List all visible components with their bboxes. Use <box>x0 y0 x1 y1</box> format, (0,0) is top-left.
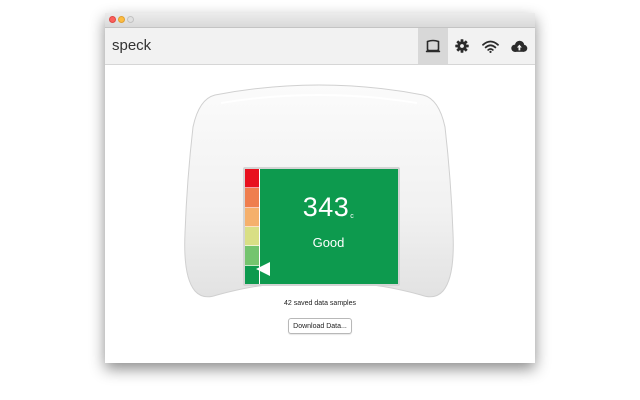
reading-value-line: 343c <box>259 191 398 233</box>
wifi-icon <box>481 40 499 53</box>
reading-label: Good <box>312 235 345 250</box>
minimize-window-button[interactable] <box>118 16 125 23</box>
wifi-button[interactable] <box>475 28 505 64</box>
main-content: 343c Good 42 saved data samples Download… <box>105 65 535 363</box>
reading-display: 343c Good <box>259 191 398 250</box>
scale-segment <box>245 207 259 227</box>
app-title: speck <box>112 37 152 54</box>
saved-samples-count: 42 saved data samples <box>284 300 356 307</box>
device-icon <box>425 39 441 53</box>
gear-icon <box>455 39 469 53</box>
toolbar: speck <box>105 28 535 65</box>
device-screen: 343c Good <box>243 167 400 286</box>
device-view-button[interactable] <box>418 28 448 64</box>
reading-value: 343 <box>302 192 350 222</box>
scale-indicator-arrow <box>256 262 270 276</box>
cloud-upload-icon <box>511 40 528 52</box>
reading-unit: c <box>350 213 355 220</box>
scale-segment <box>245 169 259 189</box>
download-data-button[interactable]: Download Data... <box>288 318 352 334</box>
title-bar[interactable] <box>105 13 535 28</box>
app-window: speck 343c Good 42 saved data samples Do… <box>105 13 535 363</box>
zoom-window-button[interactable] <box>127 16 134 23</box>
settings-button[interactable] <box>447 28 477 64</box>
upload-button[interactable] <box>504 28 534 64</box>
close-window-button[interactable] <box>109 16 116 23</box>
scale-segment <box>245 226 259 247</box>
scale-segment <box>245 188 259 208</box>
